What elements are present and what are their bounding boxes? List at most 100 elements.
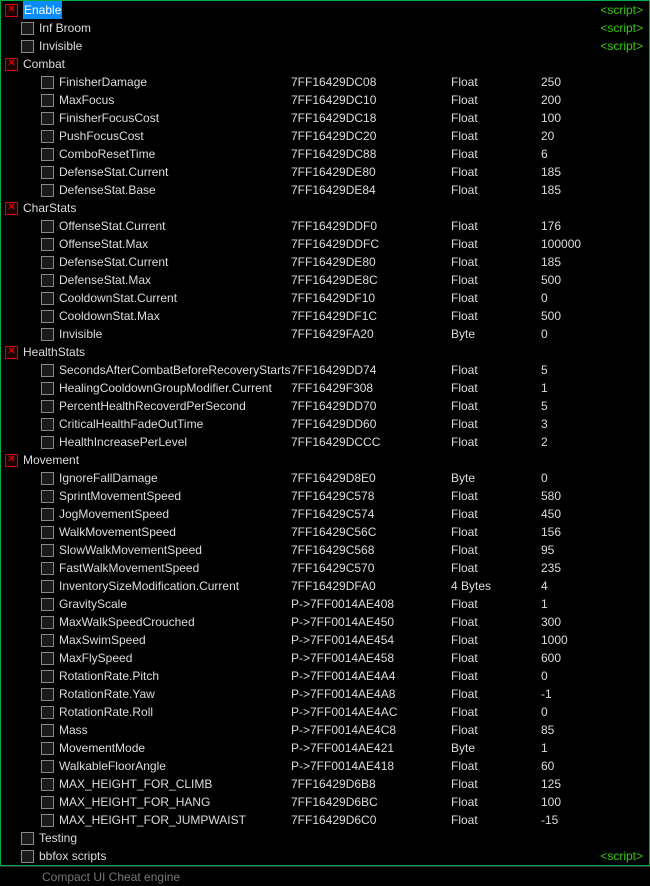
table-row[interactable]: MAX_HEIGHT_FOR_CLIMB7FF16429D6B8Float125 [1, 775, 649, 793]
entry-type[interactable]: Float [451, 397, 478, 415]
checkbox-icon[interactable] [41, 328, 54, 341]
table-row[interactable]: MaxSwimSpeedP->7FF0014AE454Float1000 [1, 631, 649, 649]
entry-address[interactable]: 7FF16429DDF0 [291, 217, 377, 235]
checkbox-icon[interactable] [41, 778, 54, 791]
entry-value[interactable]: 6 [541, 145, 548, 163]
entry-description[interactable]: FinisherFocusCost [59, 109, 159, 127]
entry-type[interactable]: Float [451, 613, 478, 631]
table-row[interactable]: SlowWalkMovementSpeed7FF16429C568Float95 [1, 541, 649, 559]
checkbox-icon[interactable] [41, 670, 54, 683]
checkbox-icon[interactable] [41, 418, 54, 431]
entry-description[interactable]: FastWalkMovementSpeed [59, 559, 199, 577]
cheat-table[interactable]: Enable<script>Inf Broom<script>Invisible… [0, 0, 650, 866]
entry-value[interactable]: 0 [541, 667, 548, 685]
table-row[interactable]: OffenseStat.Max7FF16429DDFCFloat100000 [1, 235, 649, 253]
table-row[interactable]: ComboResetTime7FF16429DC88Float6 [1, 145, 649, 163]
table-row[interactable]: Testing [1, 829, 649, 847]
entry-address[interactable]: P->7FF0014AE4AC [291, 703, 397, 721]
entry-value[interactable]: 185 [541, 163, 561, 181]
table-row[interactable]: SprintMovementSpeed7FF16429C578Float580 [1, 487, 649, 505]
entry-type[interactable]: Float [451, 685, 478, 703]
entry-value[interactable]: 1 [541, 379, 548, 397]
checkbox-icon[interactable] [41, 238, 54, 251]
entry-description[interactable]: CooldownStat.Max [59, 307, 160, 325]
entry-address[interactable]: 7FF16429C574 [291, 505, 374, 523]
entry-address[interactable]: 7FF16429D6C0 [291, 811, 376, 829]
entry-value[interactable]: 450 [541, 505, 561, 523]
entry-address[interactable]: P->7FF0014AE4A4 [291, 667, 395, 685]
table-row[interactable]: CharStats [1, 199, 649, 217]
entry-type[interactable]: Float [451, 235, 478, 253]
entry-value[interactable]: 0 [541, 469, 548, 487]
entry-type[interactable]: Float [451, 793, 478, 811]
entry-description[interactable]: HealingCooldownGroupModifier.Current [59, 379, 272, 397]
table-row[interactable]: HealthStats [1, 343, 649, 361]
table-row[interactable]: MaxFocus7FF16429DC10Float200 [1, 91, 649, 109]
entry-description[interactable]: Invisible [59, 325, 102, 343]
entry-type[interactable]: Float [451, 379, 478, 397]
entry-description[interactable]: MaxSwimSpeed [59, 631, 146, 649]
table-row[interactable]: DefenseStat.Max7FF16429DE8CFloat500 [1, 271, 649, 289]
table-row[interactable]: MaxFlySpeedP->7FF0014AE458Float600 [1, 649, 649, 667]
table-row[interactable]: CooldownStat.Current7FF16429DF10Float0 [1, 289, 649, 307]
entry-description[interactable]: RotationRate.Pitch [59, 667, 159, 685]
entry-description[interactable]: Movement [23, 451, 79, 469]
entry-value[interactable]: 100 [541, 793, 561, 811]
entry-description[interactable]: ComboResetTime [59, 145, 155, 163]
entry-value[interactable]: 600 [541, 649, 561, 667]
entry-description[interactable]: CooldownStat.Current [59, 289, 177, 307]
entry-type[interactable]: Byte [451, 325, 475, 343]
entry-address[interactable]: 7FF16429DF1C [291, 307, 377, 325]
entry-description[interactable]: WalkMovementSpeed [59, 523, 176, 541]
entry-type[interactable]: Float [451, 91, 478, 109]
entry-description[interactable]: Combat [23, 55, 65, 73]
checkbox-icon[interactable] [41, 580, 54, 593]
table-row[interactable]: MaxWalkSpeedCrouchedP->7FF0014AE450Float… [1, 613, 649, 631]
checkbox-icon[interactable] [21, 832, 34, 845]
entry-type[interactable]: Float [451, 559, 478, 577]
checkbox-icon[interactable] [41, 94, 54, 107]
table-row[interactable]: OffenseStat.Current7FF16429DDF0Float176 [1, 217, 649, 235]
entry-value[interactable]: 185 [541, 253, 561, 271]
entry-value[interactable]: 0 [541, 703, 548, 721]
checkbox-icon[interactable] [41, 742, 54, 755]
entry-address[interactable]: 7FF16429D8E0 [291, 469, 376, 487]
table-row[interactable]: InventorySizeModification.Current7FF1642… [1, 577, 649, 595]
entry-value[interactable]: 500 [541, 271, 561, 289]
entry-description[interactable]: Invisible [39, 37, 82, 55]
table-row[interactable]: Combat [1, 55, 649, 73]
entry-value[interactable]: 20 [541, 127, 554, 145]
entry-description[interactable]: PushFocusCost [59, 127, 144, 145]
entry-address[interactable]: 7FF16429D6B8 [291, 775, 376, 793]
entry-address[interactable]: 7FF16429DE8C [291, 271, 378, 289]
entry-value[interactable]: 1 [541, 739, 548, 757]
table-row[interactable]: HealingCooldownGroupModifier.Current7FF1… [1, 379, 649, 397]
entry-value[interactable]: 125 [541, 775, 561, 793]
table-row[interactable]: bbfox scripts<script> [1, 847, 649, 865]
entry-value[interactable]: 235 [541, 559, 561, 577]
entry-address[interactable]: 7FF16429C570 [291, 559, 374, 577]
entry-type[interactable]: Float [451, 505, 478, 523]
entry-description[interactable]: CharStats [23, 199, 76, 217]
entry-type[interactable]: Float [451, 757, 478, 775]
table-row[interactable]: MovementModeP->7FF0014AE421Byte1 [1, 739, 649, 757]
table-row[interactable]: Invisible<script> [1, 37, 649, 55]
entry-description[interactable]: DefenseStat.Current [59, 253, 168, 271]
checkbox-icon[interactable] [41, 814, 54, 827]
table-row[interactable]: HealthIncreasePerLevel7FF16429DCCCFloat2 [1, 433, 649, 451]
entry-description[interactable]: DefenseStat.Current [59, 163, 168, 181]
entry-description[interactable]: MaxFlySpeed [59, 649, 132, 667]
entry-description[interactable]: Inf Broom [39, 19, 91, 37]
checkbox-icon[interactable] [21, 22, 34, 35]
checkbox-active-icon[interactable] [5, 346, 18, 359]
entry-address[interactable]: 7FF16429D6BC [291, 793, 378, 811]
checkbox-icon[interactable] [41, 490, 54, 503]
entry-address[interactable]: 7FF16429DC08 [291, 73, 376, 91]
entry-type[interactable]: 4 Bytes [451, 577, 491, 595]
entry-address[interactable]: P->7FF0014AE458 [291, 649, 394, 667]
checkbox-icon[interactable] [41, 292, 54, 305]
entry-description[interactable]: HealthIncreasePerLevel [59, 433, 187, 451]
table-row[interactable]: RotationRate.PitchP->7FF0014AE4A4Float0 [1, 667, 649, 685]
entry-value[interactable]: 5 [541, 361, 548, 379]
entry-address[interactable]: 7FF16429C578 [291, 487, 374, 505]
